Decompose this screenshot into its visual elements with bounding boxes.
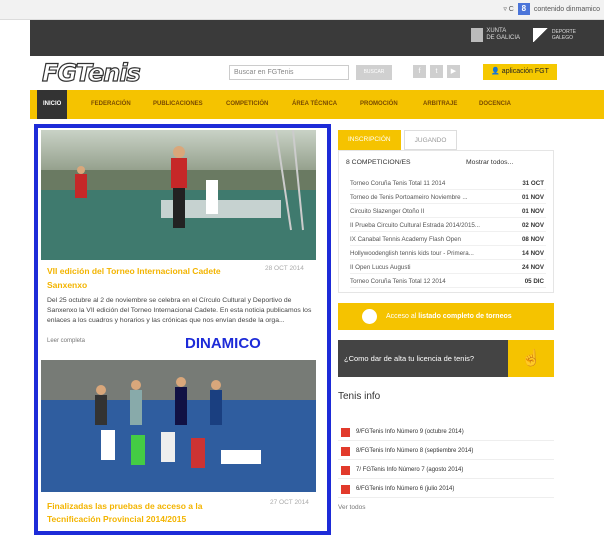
xunta-line2: DE GALICIA (486, 35, 520, 41)
competition-name: Torneo Coruña Tenis Total 12 2014 (350, 278, 446, 285)
twitter-icon[interactable]: t (430, 65, 443, 78)
main-nav: INICIO FEDERACIÓN PUBLICACIONES COMPETIC… (30, 90, 604, 119)
list-item[interactable]: 6/FGTenis Info Número 6 (julio 2014) (338, 481, 554, 498)
site-header: FGTenis Buscar en FGTenis BUSCAR f t ▶ 👤… (30, 56, 604, 90)
competition-date: 01 NOV (521, 208, 544, 215)
competition-tabs: INSCRIPCIÓN JUGANDO (338, 130, 458, 150)
tab-inscripcion[interactable]: INSCRIPCIÓN (338, 130, 401, 150)
google-icon[interactable]: 8 (517, 3, 530, 15)
nav-publicaciones[interactable]: PUBLICACIONES (153, 90, 203, 119)
list-item[interactable]: II Open Lucus Augusti 24 NOV (350, 262, 546, 274)
tennis-court-photo (41, 129, 316, 260)
acceso-text: Acceso al listado completo de torneos (386, 303, 512, 330)
site-top-bar: XUNTA DE GALICIA DEPORTE GALEGO (30, 20, 604, 56)
nav-competicion[interactable]: COMPETICIÓN (226, 90, 268, 119)
search-button[interactable]: BUSCAR (356, 65, 392, 80)
browser-toolbar: ▿ C 8 contenido dinmamico (0, 0, 604, 20)
app-button-label: aplicación FGT (501, 68, 549, 75)
pdf-icon (341, 428, 350, 437)
search-input[interactable]: Buscar en FGTenis (229, 65, 349, 80)
competition-name: Torneo Coruña Tenis Total 11 2014 (350, 180, 446, 187)
competition-name: Hollywoodenglish tennis kids tour - Prim… (350, 250, 474, 257)
nav-docencia[interactable]: DOCENCIA (479, 90, 511, 119)
info-item-label: 7/ FGTenis Info Número 7 (agosto 2014) (356, 467, 464, 473)
tennis-ball-icon (362, 309, 377, 324)
competition-name: Torneo de Tenis Portoameiro Noviembre ..… (350, 194, 468, 201)
dinamico-overlay-label: DINAMICO (185, 335, 261, 352)
competition-date: 05 DIC (524, 278, 544, 285)
competition-date: 01 NOV (521, 194, 544, 201)
group-photo (41, 360, 316, 492)
news-image-tennis-player[interactable] (41, 129, 316, 260)
browser-tab-text[interactable]: contenido dinmamico (534, 6, 600, 13)
tenis-info-title: Tenis info (338, 391, 381, 402)
news-date-2: 27 OCT 2014 (270, 499, 309, 506)
pdf-icon (341, 466, 350, 475)
nav-inicio[interactable]: INICIO (37, 90, 68, 119)
competition-date: 08 NOV (521, 236, 544, 243)
competition-name: Circuito Slazenger Otoño II (350, 208, 425, 215)
facebook-icon[interactable]: f (413, 65, 426, 78)
tournament-list-button[interactable]: Acceso al listado completo de torneos (338, 303, 554, 330)
deporte-emblem-icon (532, 28, 549, 42)
list-item[interactable]: 8/FGTenis Info Número 8 (septiembre 2014… (338, 443, 554, 460)
competition-date: 02 NOV (521, 222, 544, 229)
news-excerpt-1: Del 25 octubre al 2 de noviembre se cele… (47, 297, 312, 324)
acceso-prefix: Acceso al (386, 313, 419, 320)
deporte-galego-logo[interactable]: DEPORTE GALEGO (532, 28, 576, 42)
pdf-icon (341, 485, 350, 494)
list-item[interactable]: 7/ FGTenis Info Número 7 (agosto 2014) (338, 462, 554, 479)
competition-date: 24 NOV (521, 264, 544, 271)
nav-arbitraje[interactable]: ARBITRAJE (423, 90, 457, 119)
user-icon: 👤 (491, 68, 502, 75)
info-item-label: 9/FGTenis Info Número 9 (octubre 2014) (356, 429, 464, 435)
xunta-logo[interactable]: XUNTA DE GALICIA (471, 28, 520, 42)
competition-date: 14 NOV (521, 250, 544, 257)
list-item[interactable]: Circuito Slazenger Otoño II 01 NOV (350, 206, 546, 218)
acceso-bold: listado completo de torneos (418, 313, 512, 320)
show-all-link[interactable]: Mostrar todos... (466, 159, 513, 166)
tab-jugando[interactable]: JUGANDO (403, 130, 458, 150)
app-button[interactable]: 👤 aplicación FGT (483, 64, 557, 80)
info-item-label: 6/FGTenis Info Número 6 (julio 2014) (356, 486, 455, 492)
competition-name: II Prueba Circuito Cultural Estrada 2014… (350, 222, 481, 229)
pdf-icon (341, 447, 350, 456)
list-item[interactable]: Torneo Coruña Tenis Total 12 2014 05 DIC (350, 276, 546, 288)
competitions-count: 8 COMPETICION/ES (346, 159, 411, 166)
nav-area-tecnica[interactable]: ÁREA TÉCNICA (292, 90, 337, 119)
pointer-hand-icon: ☝ (508, 340, 554, 377)
xunta-emblem-icon (471, 28, 484, 42)
license-banner[interactable]: ¿Como dar de alta tu licencia de tenis? … (338, 340, 554, 377)
list-item[interactable]: Torneo Coruña Tenis Total 11 2014 31 OCT (350, 178, 546, 190)
info-item-label: 8/FGTenis Info Número 8 (septiembre 2014… (356, 448, 474, 454)
competition-name: IX Canabal Tennis Academy Flash Open (350, 236, 461, 243)
list-item[interactable]: II Prueba Circuito Cultural Estrada 2014… (350, 220, 546, 232)
list-item[interactable]: Hollywoodenglish tennis kids tour - Prim… (350, 248, 546, 260)
news-title-1[interactable]: VII edición del Torneo Internacional Cad… (47, 264, 257, 292)
license-text: ¿Como dar de alta tu licencia de tenis? (344, 354, 475, 363)
reload-icon[interactable]: ▿ C (503, 5, 514, 13)
news-date-1: 28 OCT 2014 (265, 265, 304, 272)
read-more-link[interactable]: Leer completa (47, 338, 85, 344)
news-image-group-photo[interactable] (41, 360, 316, 492)
social-links: f t ▶ (413, 65, 460, 78)
xunta-line1: XUNTA (486, 28, 507, 34)
see-all-info-link[interactable]: Ver todos (338, 504, 365, 511)
deporte-line2: GALEGO (551, 35, 574, 41)
list-item[interactable]: 9/FGTenis Info Número 9 (octubre 2014) (338, 424, 554, 441)
list-item[interactable]: IX Canabal Tennis Academy Flash Open 08 N… (350, 234, 546, 246)
competition-name: II Open Lucus Augusti (350, 264, 411, 271)
news-title-2[interactable]: Finalizadas las pruebas de acceso a la T… (47, 500, 257, 526)
fgtenis-logo[interactable]: FGTenis (41, 58, 141, 87)
nav-promocion[interactable]: PROMOCIÓN (360, 90, 398, 119)
youtube-icon[interactable]: ▶ (447, 65, 460, 78)
browser-tools: ▿ C 8 contenido dinmamico (503, 3, 600, 15)
list-item[interactable]: Torneo de Tenis Portoameiro Noviembre ..… (350, 192, 546, 204)
nav-federacion[interactable]: FEDERACIÓN (91, 90, 131, 119)
competition-date: 31 OCT (522, 180, 544, 187)
